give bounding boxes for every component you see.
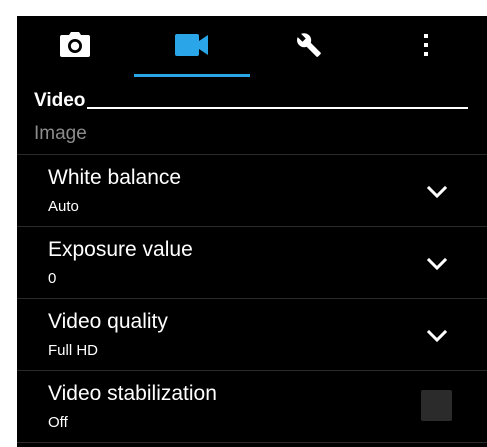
group-header: Image — [17, 117, 487, 155]
tab-more[interactable] — [368, 16, 484, 74]
setting-value: 0 — [48, 270, 57, 287]
tab-camera[interactable] — [17, 16, 133, 74]
tab-settings[interactable] — [251, 16, 367, 74]
chevron-down-icon — [426, 185, 448, 199]
more-vertical-icon — [424, 34, 428, 56]
setting-title: White balance — [48, 166, 182, 189]
wrench-icon — [297, 33, 321, 57]
selected-tab-indicator — [134, 74, 250, 77]
tab-video[interactable] — [134, 16, 250, 74]
setting-value: Off — [48, 414, 68, 431]
section-title: Video — [34, 90, 86, 111]
chevron-down-icon — [426, 329, 448, 343]
chevron-down-icon — [426, 257, 448, 271]
settings-tab-bar — [17, 16, 487, 78]
setting-title: Video quality — [48, 310, 168, 333]
setting-title: Video stabilization — [48, 382, 217, 405]
group-label: Image — [34, 123, 87, 144]
setting-exposure-value[interactable]: Exposure value 0 — [17, 227, 487, 299]
setting-value: Full HD — [48, 342, 99, 359]
setting-white-balance[interactable]: White balance Auto — [17, 155, 487, 227]
camera-settings-panel: Video Image White balance Auto Exposure … — [17, 16, 487, 447]
video-camera-icon — [175, 34, 208, 56]
stabilization-checkbox[interactable] — [421, 390, 452, 421]
setting-video-stabilization[interactable]: Video stabilization Off — [17, 371, 487, 443]
setting-title: Exposure value — [48, 238, 193, 261]
setting-video-quality[interactable]: Video quality Full HD — [17, 299, 487, 371]
section-divider — [87, 107, 468, 109]
section-header: Video — [17, 82, 468, 111]
camera-icon — [60, 32, 90, 57]
setting-value: Auto — [48, 198, 79, 215]
